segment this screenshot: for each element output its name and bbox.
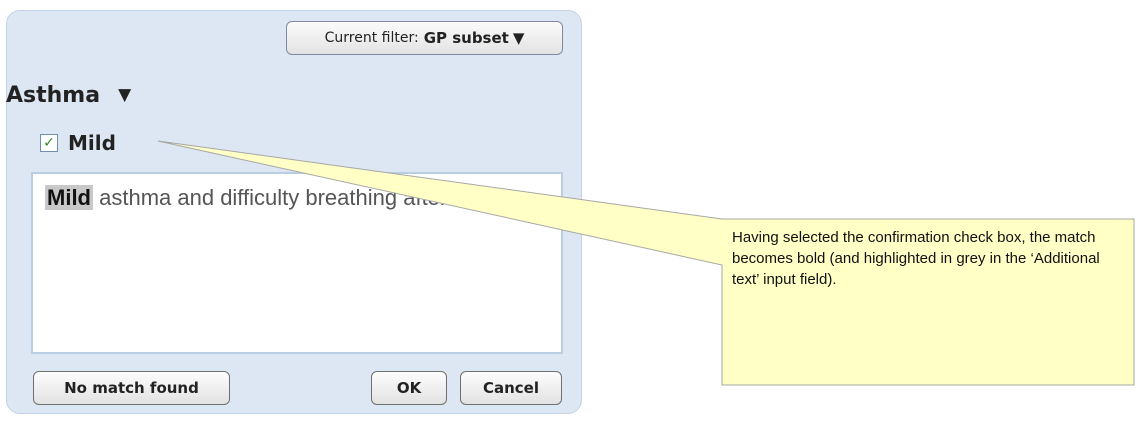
callout-text: Having selected the confirmation check b…: [732, 229, 1100, 288]
callout-bubble: [157, 140, 1135, 386]
